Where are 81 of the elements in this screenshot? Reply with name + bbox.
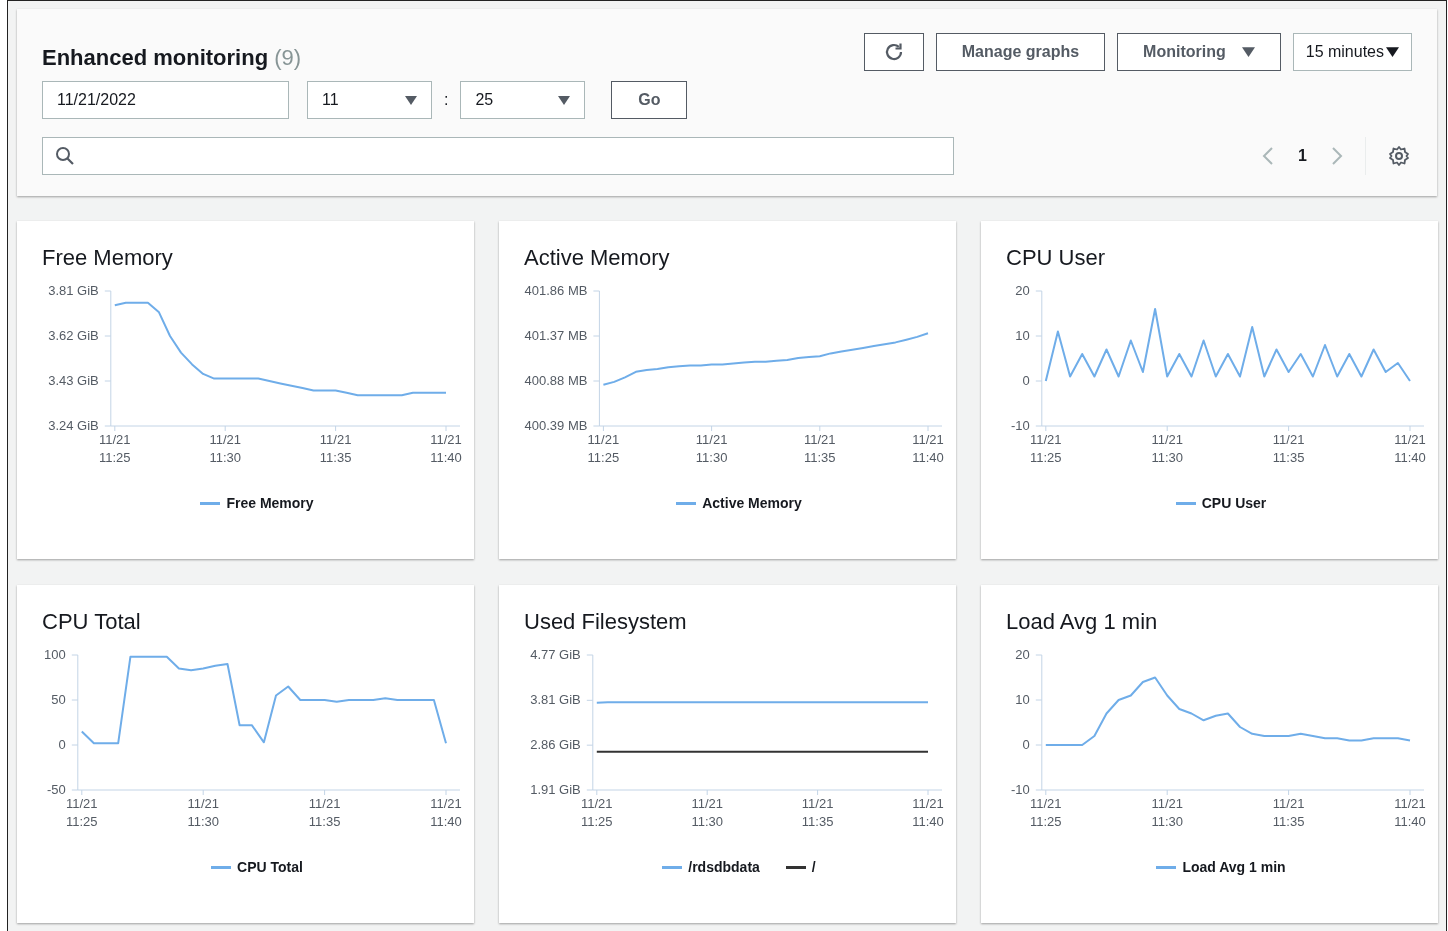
axis-label: 11/21 11:25 <box>1030 796 1062 829</box>
search-icon <box>55 146 75 166</box>
monitoring-dropdown[interactable]: Monitoring <box>1117 33 1281 71</box>
axis-label: 11/21 11:30 <box>187 796 219 829</box>
axis-label: 2.86 GiB <box>530 737 581 753</box>
axis-label: 11/21 11:35 <box>319 432 352 465</box>
axis-label: 11/21 11:35 <box>801 796 834 829</box>
axis-label: 11/21 11:25 <box>587 432 620 465</box>
axis-label: 0 <box>58 737 66 752</box>
axis-label: 3.43 GiB <box>48 373 99 388</box>
graph-title: CPU User <box>1006 245 1106 271</box>
axis-label: 11/21 11:40 <box>430 796 462 829</box>
axis-label: 50 <box>51 692 66 707</box>
legend-label: Free Memory <box>226 495 314 511</box>
axis-label: -50 <box>47 782 66 797</box>
graph-title: Used Filesystem <box>524 609 688 635</box>
axis-label: 0 <box>1022 373 1030 388</box>
axis-label: 11/21 11:25 <box>581 796 613 829</box>
legend-label: CPU Total <box>237 859 303 875</box>
axis-label: 1.91 GiB <box>530 782 581 797</box>
next-page-icon[interactable] <box>1331 146 1343 166</box>
page-title: Enhanced monitoring (9) <box>42 45 303 71</box>
axis-label: 3.24 GiB <box>48 418 99 433</box>
axis-label: 20 <box>1015 283 1030 298</box>
hour-select[interactable]: 11 <box>307 81 432 119</box>
caret-icon <box>1386 47 1399 57</box>
settings-icon[interactable] <box>1388 145 1410 167</box>
graph-title: Free Memory <box>42 245 174 271</box>
axis-label: 10 <box>1015 692 1030 707</box>
axis-label: 11/21 11:25 <box>99 432 131 465</box>
period-dropdown[interactable]: 15 minutes <box>1292 33 1412 71</box>
axis-label: 11/21 11:40 <box>1394 432 1426 465</box>
axis-label: 11/21 11:25 <box>1030 432 1062 465</box>
axis-label: 20 <box>1015 647 1030 662</box>
minute-select[interactable]: 25 <box>460 81 586 119</box>
page-number[interactable]: 1 <box>1298 147 1307 165</box>
caret-icon <box>405 95 417 105</box>
time-separator: : <box>444 91 449 109</box>
axis-label: 11/21 11:30 <box>691 796 723 829</box>
axis-label: 10 <box>1015 328 1030 343</box>
previous-page-icon[interactable] <box>1262 146 1275 166</box>
manage-graphs-button[interactable]: Manage graphs <box>935 33 1106 71</box>
axis-label: 401.37 MB <box>524 328 588 343</box>
axis-label: 11/21 11:25 <box>66 796 98 829</box>
graph-title: Active Memory <box>524 245 671 271</box>
axis-label: 11/21 11:40 <box>430 432 462 465</box>
axis-label: 400.88 MB <box>524 373 588 388</box>
legend-label: CPU User <box>1201 495 1267 511</box>
graph-title: CPU Total <box>42 609 142 635</box>
legend-label: /rdsdbdata <box>688 859 760 875</box>
axis-label: 4.77 GiB <box>530 647 581 662</box>
graph-title: Load Avg 1 min <box>1006 609 1159 635</box>
axis-label: 11/21 11:35 <box>1272 796 1305 829</box>
go-button[interactable]: Go <box>611 81 688 119</box>
date-field[interactable]: 11/21/2022 <box>42 81 289 119</box>
axis-label: 3.81 GiB <box>530 692 581 708</box>
legend-label: / <box>811 859 816 875</box>
axis-label: 11/21 11:30 <box>695 432 728 465</box>
search-field[interactable] <box>42 137 954 175</box>
axis-label: 11/21 11:30 <box>1151 796 1183 829</box>
axis-label: 11/21 11:40 <box>912 432 944 465</box>
caret-icon <box>1241 47 1255 57</box>
axis-label: 11/21 11:40 <box>912 796 944 829</box>
axis-label: 0 <box>1022 737 1030 752</box>
axis-label: 401.86 MB <box>524 283 588 298</box>
axis-label: 11/21 11:30 <box>209 432 241 465</box>
axis-label: 400.39 MB <box>524 418 588 433</box>
refresh-button[interactable] <box>863 33 924 71</box>
axis-label: 3.62 GiB <box>48 328 99 343</box>
axis-label: 11/21 11:35 <box>804 432 836 465</box>
axis-label: 11/21 11:35 <box>308 796 341 829</box>
axis-label: 11/21 11:40 <box>1394 796 1426 829</box>
caret-icon <box>558 95 571 105</box>
axis-label: 11/21 11:35 <box>1272 432 1305 465</box>
axis-label: -10 <box>1011 418 1030 433</box>
axis-label: 3.81 GiB <box>48 283 99 298</box>
legend-label: Active Memory <box>702 495 802 511</box>
axis-label: -10 <box>1011 782 1030 797</box>
axis-label: 11/21 11:30 <box>1151 432 1183 465</box>
axis-label: 100 <box>44 647 66 662</box>
legend-label: Load Avg 1 min <box>1182 859 1286 875</box>
